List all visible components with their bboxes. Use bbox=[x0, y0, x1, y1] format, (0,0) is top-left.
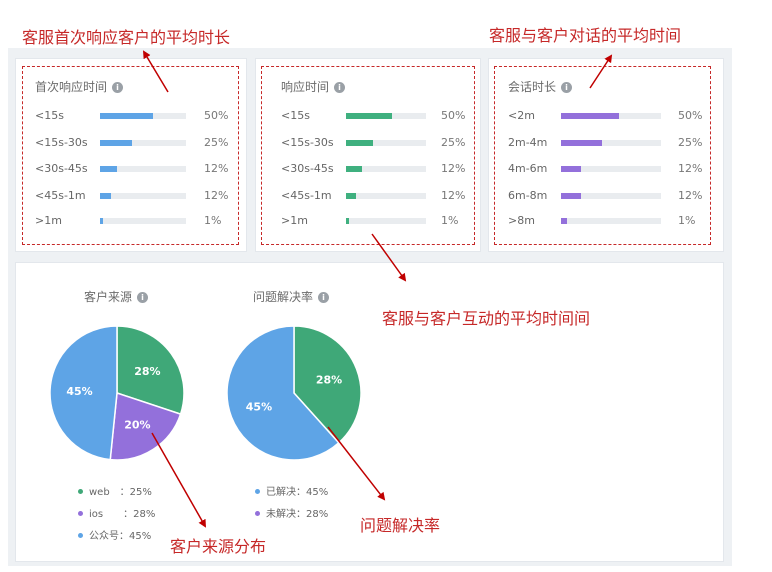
arrow-resolution-rate bbox=[327, 426, 386, 501]
arrow-interaction-time bbox=[371, 233, 407, 282]
arrow-source-distribution bbox=[151, 432, 206, 528]
arrow-session-time bbox=[589, 54, 613, 89]
annotation-arrows bbox=[142, 50, 613, 528]
arrow-first-response bbox=[142, 50, 169, 93]
